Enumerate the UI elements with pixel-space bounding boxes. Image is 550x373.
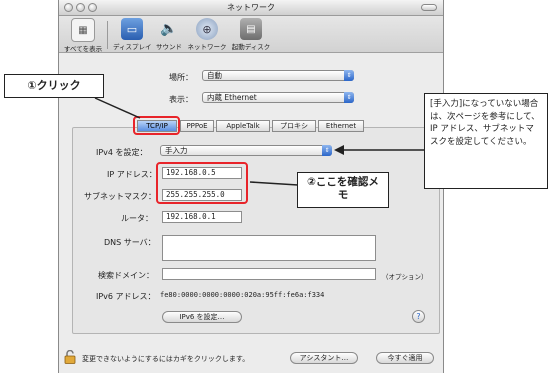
confirm-callout: ②ここを確認メモ [297, 172, 389, 208]
callout-pointer [249, 181, 299, 186]
callout-pointer [94, 97, 141, 119]
arrowhead [334, 145, 344, 155]
manual-input-note: [手入力]になっていない場合は、次ページを参考にして、IP アドレス、サブネット… [424, 93, 548, 189]
click-callout: ①クリック [4, 74, 104, 98]
